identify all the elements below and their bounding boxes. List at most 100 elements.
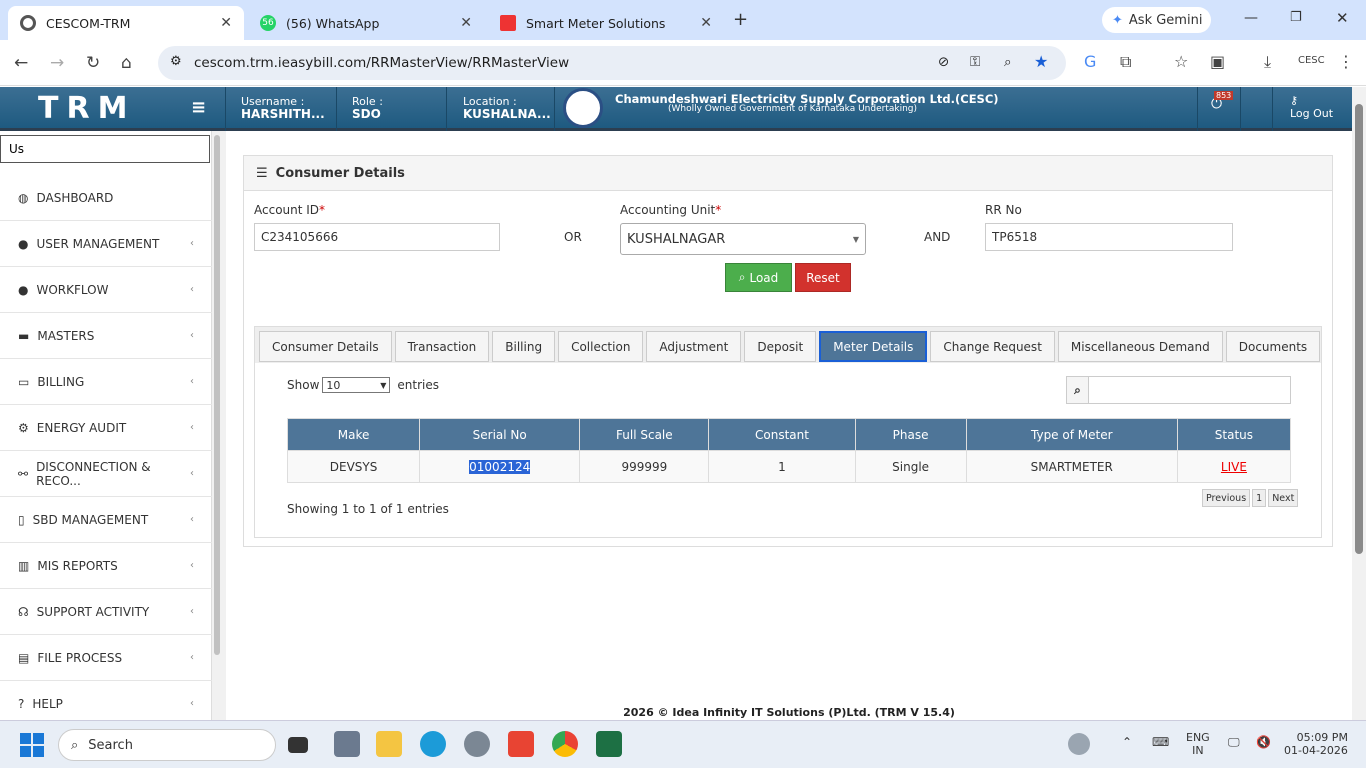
table-search[interactable]: ⌕ bbox=[1066, 376, 1291, 404]
close-window-icon[interactable]: ✕ bbox=[1336, 9, 1349, 27]
accounting-unit-select[interactable]: KUSHALNAGAR ▼ bbox=[620, 223, 866, 255]
sidebar-item-user-management[interactable]: ● USER MANAGEMENT ‹ bbox=[0, 221, 212, 267]
reset-button[interactable]: Reset bbox=[795, 263, 851, 292]
sidebar-search-input[interactable] bbox=[0, 135, 210, 163]
settings-icon[interactable] bbox=[464, 731, 490, 757]
file-icon: ▤ bbox=[18, 650, 30, 665]
bookmark-star-icon[interactable]: ★ bbox=[1034, 52, 1048, 71]
weather-icon[interactable] bbox=[1068, 733, 1090, 755]
tab-meter-details[interactable]: Meter Details bbox=[819, 331, 928, 362]
column-header-type-of-meter[interactable]: Type of Meter bbox=[965, 418, 1178, 451]
maximize-icon[interactable]: ❐ bbox=[1290, 10, 1302, 25]
page-scroll-thumb[interactable] bbox=[1355, 104, 1363, 554]
tab-transaction[interactable]: Transaction bbox=[394, 331, 490, 362]
cell-text: DEVSYS bbox=[329, 459, 378, 474]
logout-button[interactable]: ⚷ Log Out bbox=[1290, 94, 1333, 120]
sidebar-item-sbd-management[interactable]: ▯ SBD MANAGEMENT ‹ bbox=[0, 497, 212, 543]
chevron-left-icon: ‹ bbox=[190, 560, 194, 571]
sidebar-item-label: SUPPORT ACTIVITY bbox=[36, 604, 150, 619]
site-favicon-icon bbox=[500, 15, 516, 31]
extensions-icon[interactable]: ⧉ bbox=[1120, 52, 1131, 72]
browser-tab-cescom[interactable]: CESCOM-TRM ✕ bbox=[8, 6, 244, 40]
next-button[interactable]: Next bbox=[1268, 489, 1299, 507]
key-icon[interactable]: ⚿ bbox=[970, 54, 980, 70]
home-icon[interactable]: ⌂ bbox=[121, 53, 132, 73]
new-tab-button[interactable]: + bbox=[733, 9, 748, 30]
menu-icon[interactable]: ⋮ bbox=[1338, 52, 1354, 71]
tab-deposit[interactable]: Deposit bbox=[744, 331, 817, 362]
sidebar-item-dashboard[interactable]: ◍ DASHBOARD bbox=[0, 175, 212, 221]
column-header-constant[interactable]: Constant bbox=[708, 418, 856, 451]
previous-button[interactable]: Previous bbox=[1202, 489, 1251, 507]
taskbar-search[interactable]: ⌕ Search bbox=[58, 729, 276, 761]
windows-start-icon[interactable] bbox=[20, 733, 44, 757]
close-tab-icon[interactable]: ✕ bbox=[220, 15, 232, 31]
sidebar-item-masters[interactable]: ▬ MASTERS ‹ bbox=[0, 313, 212, 359]
sidebar-item-label: USER MANAGEMENT bbox=[36, 236, 160, 251]
forward-icon[interactable]: → bbox=[50, 53, 64, 73]
anydesk-icon[interactable] bbox=[508, 731, 534, 757]
keyboard-icon[interactable]: ⌨ bbox=[1152, 735, 1169, 749]
site-info-icon[interactable]: ⚙ bbox=[170, 54, 182, 69]
zoom-icon[interactable]: ⌕ bbox=[1004, 54, 1012, 70]
tab-consumer-details[interactable]: Consumer Details bbox=[259, 331, 392, 362]
favorites-icon[interactable]: ☆ bbox=[1174, 52, 1188, 71]
and-label: AND bbox=[924, 230, 951, 244]
minimize-icon[interactable]: — bbox=[1244, 10, 1258, 26]
excel-icon[interactable] bbox=[596, 731, 622, 757]
close-tab-icon[interactable]: ✕ bbox=[460, 15, 472, 31]
back-icon[interactable]: ← bbox=[14, 53, 28, 73]
address-bar[interactable]: ⚙ cescom.trm.ieasybill.com/RRMasterView/… bbox=[158, 46, 1066, 80]
sidebar-scroll-thumb[interactable] bbox=[214, 135, 220, 655]
rr-no-input[interactable] bbox=[985, 223, 1233, 251]
calculator-icon[interactable] bbox=[334, 731, 360, 757]
chevron-up-icon[interactable]: ⌃ bbox=[1122, 735, 1132, 749]
column-header-full-scale[interactable]: Full Scale bbox=[579, 418, 710, 451]
ask-gemini-button[interactable]: ✦ Ask Gemini bbox=[1102, 7, 1211, 33]
edge-icon[interactable] bbox=[420, 731, 446, 757]
sidebar-item-energy-audit[interactable]: ⚙ ENERGY AUDIT ‹ bbox=[0, 405, 212, 451]
language-indicator[interactable]: ENG IN bbox=[1186, 731, 1210, 757]
profile-avatar[interactable]: CESC bbox=[1298, 55, 1325, 66]
tab-search-icon[interactable]: ▣ bbox=[1210, 52, 1225, 71]
chrome-icon[interactable] bbox=[552, 731, 578, 757]
reload-icon[interactable]: ↻ bbox=[86, 53, 100, 73]
page-1-button[interactable]: 1 bbox=[1252, 489, 1267, 507]
sidebar-item-billing[interactable]: ▭ BILLING ‹ bbox=[0, 359, 212, 405]
column-header-status[interactable]: Status bbox=[1176, 418, 1292, 451]
translate-icon[interactable]: G bbox=[1084, 52, 1096, 71]
tab-change-request[interactable]: Change Request bbox=[930, 331, 1055, 362]
tracking-icon[interactable]: ⊘ bbox=[938, 54, 949, 70]
chevron-left-icon: ‹ bbox=[190, 652, 194, 663]
browser-tab-smart-meter[interactable]: Smart Meter Solutions ✕ bbox=[488, 6, 724, 40]
network-icon[interactable]: 🖵 bbox=[1228, 735, 1240, 750]
sidebar-item-support-activity[interactable]: ☊ SUPPORT ACTIVITY ‹ bbox=[0, 589, 212, 635]
tab-collection[interactable]: Collection bbox=[558, 331, 644, 362]
account-id-input[interactable] bbox=[254, 223, 500, 251]
column-header-phase[interactable]: Phase bbox=[854, 418, 967, 451]
chevron-left-icon: ‹ bbox=[190, 468, 194, 479]
file-explorer-icon[interactable] bbox=[376, 731, 402, 757]
chevron-left-icon: ‹ bbox=[190, 330, 194, 341]
tab-billing[interactable]: Billing bbox=[492, 331, 556, 362]
sidebar-item-disconnection-reco[interactable]: ⚯ DISCONNECTION & RECO... ‹ bbox=[0, 451, 212, 497]
download-icon[interactable]: ⤓ bbox=[1264, 52, 1271, 72]
menu-toggle-icon[interactable]: ≡ bbox=[191, 97, 206, 118]
tab-miscellaneous-demand[interactable]: Miscellaneous Demand bbox=[1057, 331, 1223, 362]
close-tab-icon[interactable]: ✕ bbox=[700, 15, 712, 31]
column-header-serial-no[interactable]: Serial No bbox=[419, 418, 581, 451]
tab-adjustment[interactable]: Adjustment bbox=[646, 331, 742, 362]
browser-tab-whatsapp[interactable]: 56 (56) WhatsApp ✕ bbox=[248, 6, 484, 40]
column-header-make[interactable]: Make bbox=[286, 418, 421, 451]
sidebar-item-file-process[interactable]: ▤ FILE PROCESS ‹ bbox=[0, 635, 212, 681]
table-search-input[interactable] bbox=[1089, 377, 1290, 403]
sidebar-item-mis-reports[interactable]: ▥ MIS REPORTS ‹ bbox=[0, 543, 212, 589]
tab-documents[interactable]: Documents bbox=[1225, 331, 1321, 362]
task-view-icon[interactable] bbox=[288, 737, 308, 753]
clock[interactable]: 05:09 PM 01-04-2026 bbox=[1284, 731, 1348, 757]
entries-select[interactable]: 10 ▼ bbox=[322, 377, 391, 393]
status-link[interactable]: LIVE bbox=[1221, 460, 1247, 474]
load-button[interactable]: ⌕ Load bbox=[725, 263, 792, 292]
volume-muted-icon[interactable]: 🔇 bbox=[1256, 735, 1271, 749]
sidebar-item-workflow[interactable]: ● WORKFLOW ‹ bbox=[0, 267, 212, 313]
